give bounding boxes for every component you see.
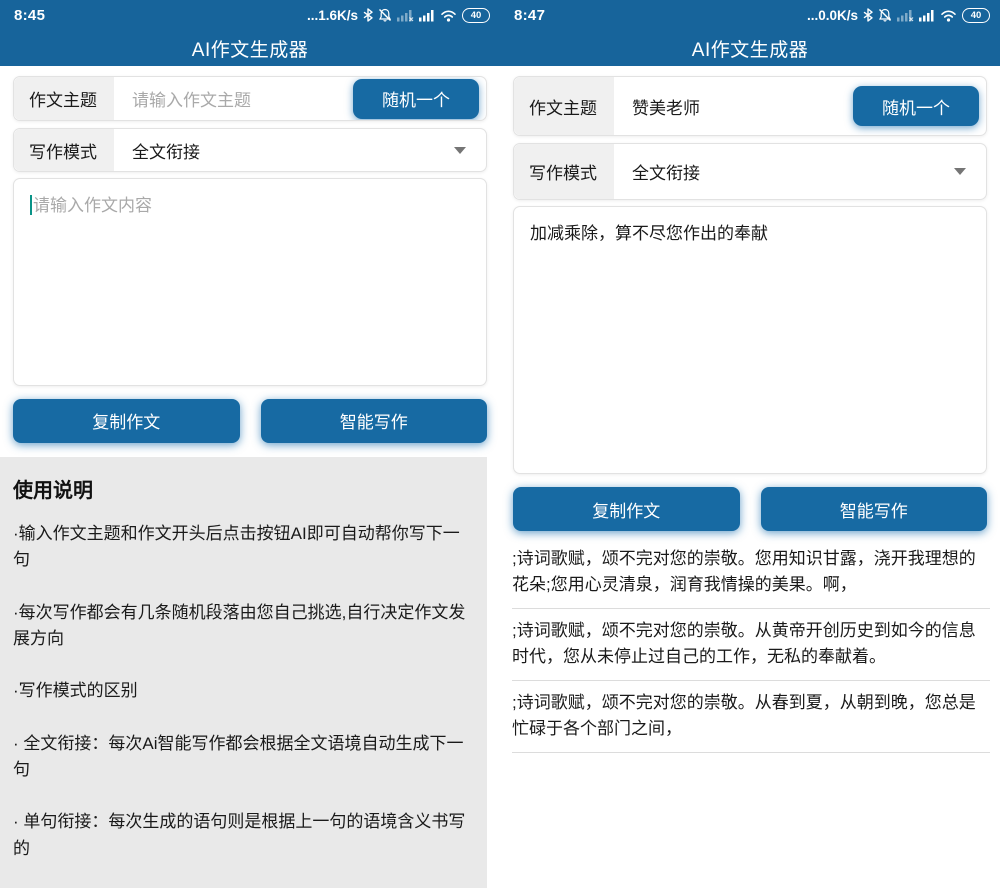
network-speed: ...1.6K/s — [307, 8, 358, 23]
random-topic-button[interactable]: 随机一个 — [353, 79, 479, 119]
network-speed: ...0.0K/s — [807, 8, 858, 23]
content-placeholder: 请输入作文内容 — [33, 196, 152, 215]
chevron-down-icon — [954, 168, 966, 175]
clock: 8:45 — [14, 7, 45, 24]
bluetooth-icon — [863, 8, 873, 22]
wifi-icon — [940, 9, 957, 22]
text-cursor — [30, 195, 32, 215]
action-buttons: 复制作文 智能写作 — [13, 399, 487, 443]
mode-label: 写作模式 — [514, 144, 614, 199]
chevron-down-icon — [454, 147, 466, 154]
help-item: · 全文衔接：每次Ai智能写作都会根据全文语境自动生成下一句 — [13, 731, 469, 784]
muted-bell-icon — [378, 8, 392, 22]
topic-label: 作文主题 — [14, 77, 114, 120]
suggestion-item[interactable]: ;诗词歌赋，颂不完对您的崇敬。从黄帝开创历史到如今的信息时代，您从未停止过自己的… — [512, 609, 990, 681]
status-bar: 8:47 ...0.0K/s 40 — [500, 0, 1000, 30]
essay-content-input[interactable]: 请输入作文内容 — [13, 178, 487, 386]
topic-row: 作文主题 请输入作文主题 随机一个 — [13, 76, 487, 121]
random-topic-button[interactable]: 随机一个 — [853, 86, 979, 126]
signal-icon — [419, 9, 435, 22]
copy-essay-button[interactable]: 复制作文 — [513, 487, 740, 531]
mode-label: 写作模式 — [14, 129, 114, 170]
app-title: AI作文生成器 — [192, 35, 308, 62]
help-item: · 单句衔接：每次生成的语句则是根据上一句的语境含义书写的 — [13, 809, 469, 862]
suggestion-item[interactable]: ;诗词歌赋，颂不完对您的崇敬。从春到夏，从朝到晚，您总是忙碌于各个部门之间， — [512, 681, 990, 753]
topic-row: 作文主题 赞美老师 随机一个 — [513, 76, 987, 136]
topic-placeholder: 请输入作文主题 — [132, 86, 251, 111]
smart-write-button[interactable]: 智能写作 — [261, 399, 488, 443]
screen-left-empty-form: 8:45 ...1.6K/s 40 — [0, 0, 500, 888]
muted-bell-icon — [878, 8, 892, 22]
dual-screenshot-stage: 8:45 ...1.6K/s 40 — [0, 0, 1000, 888]
clock: 8:47 — [514, 7, 545, 24]
suggestion-item[interactable]: ;诗词歌赋，颂不完对您的崇敬。您用知识甘露，浇开我理想的花朵;您用心灵清泉，润育… — [512, 537, 990, 609]
no-sim-signal-icon — [397, 9, 414, 22]
screen-right-filled-form: 8:47 ...0.0K/s 40 — [500, 0, 1000, 888]
no-sim-signal-icon — [897, 9, 914, 22]
copy-essay-button[interactable]: 复制作文 — [13, 399, 240, 443]
app-title-bar: AI作文生成器 — [500, 30, 1000, 66]
help-item: ·每次写作都会有几条随机段落由您自己挑选,自行决定作文发展方向 — [13, 600, 469, 653]
bluetooth-icon — [363, 8, 373, 22]
help-item: ·输入作文主题和作文开头后点击按钮AI即可自动帮你写下一句 — [13, 521, 469, 574]
generated-suggestions-list: ;诗词歌赋，颂不完对您的崇敬。您用知识甘露，浇开我理想的花朵;您用心灵清泉，润育… — [512, 537, 990, 888]
smart-write-button[interactable]: 智能写作 — [761, 487, 988, 531]
app-title: AI作文生成器 — [692, 35, 808, 62]
topic-input[interactable]: 请输入作文主题 — [114, 77, 353, 120]
mode-row[interactable]: 写作模式 全文衔接 — [13, 128, 487, 171]
action-buttons: 复制作文 智能写作 — [513, 487, 987, 531]
topic-label: 作文主题 — [514, 77, 614, 135]
battery-icon: 40 — [962, 8, 990, 23]
battery-icon: 40 — [462, 8, 490, 23]
app-title-bar: AI作文生成器 — [0, 30, 500, 66]
help-heading: 使用说明 — [13, 474, 469, 503]
signal-icon — [919, 9, 935, 22]
wifi-icon — [440, 9, 457, 22]
usage-instructions: 使用说明 ·输入作文主题和作文开头后点击按钮AI即可自动帮你写下一句 ·每次写作… — [0, 457, 487, 888]
mode-row[interactable]: 写作模式 全文衔接 — [513, 143, 987, 200]
status-bar: 8:45 ...1.6K/s 40 — [0, 0, 500, 30]
topic-input[interactable]: 赞美老师 — [614, 77, 853, 135]
mode-selected-value: 全文衔接 — [114, 129, 454, 170]
help-item: ·写作模式的区别 — [13, 678, 469, 704]
essay-content-input[interactable]: 加减乘除，算不尽您作出的奉献 — [513, 206, 987, 474]
mode-selected-value: 全文衔接 — [614, 144, 954, 199]
